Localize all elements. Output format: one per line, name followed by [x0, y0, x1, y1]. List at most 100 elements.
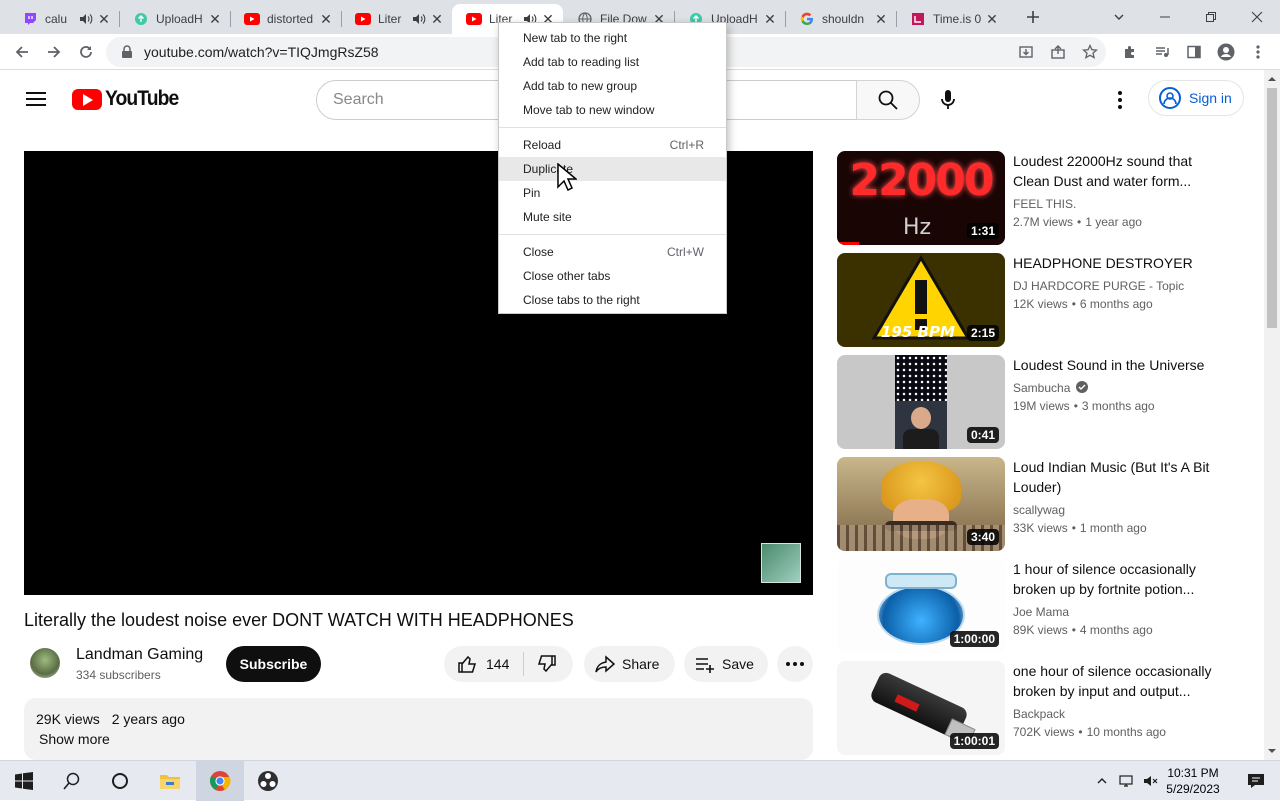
related-video-channel[interactable]: Sambucha: [1013, 381, 1089, 395]
menu-item-mute-site[interactable]: Mute site: [499, 205, 726, 229]
video-thumbnail[interactable]: 3:40: [837, 457, 1005, 551]
start-button[interactable]: [0, 761, 48, 801]
video-thumbnail[interactable]: 195 BPM 2:15: [837, 253, 1005, 347]
tab-close-icon[interactable]: ✕: [874, 11, 888, 28]
sign-in-button[interactable]: Sign in: [1148, 80, 1244, 116]
scrollbar-thumb[interactable]: [1267, 88, 1277, 328]
task-view-button[interactable]: [96, 761, 144, 801]
browser-tab[interactable]: Liter ✕: [341, 4, 452, 34]
share-button[interactable]: Share: [584, 646, 675, 682]
menu-item-reload[interactable]: Reload Ctrl+R: [499, 133, 726, 157]
audio-playing-icon[interactable]: [79, 12, 93, 26]
video-thumbnail[interactable]: 1:00:00: [837, 559, 1005, 653]
menu-item-pin[interactable]: Pin: [499, 181, 726, 205]
tab-close-icon[interactable]: ✕: [763, 11, 777, 28]
related-video-item[interactable]: 3:40 Loud Indian Music (But It's A Bit Lo…: [837, 457, 1237, 551]
scroll-up-icon[interactable]: [1264, 72, 1280, 86]
close-window-button[interactable]: [1243, 4, 1271, 30]
extensions-button[interactable]: [1116, 38, 1144, 66]
forward-button[interactable]: [40, 38, 68, 66]
side-panel-button[interactable]: [1180, 38, 1208, 66]
like-button[interactable]: 144: [444, 652, 525, 676]
lock-icon: [122, 45, 132, 58]
page-scrollbar[interactable]: [1264, 70, 1280, 760]
save-button[interactable]: Save: [684, 646, 768, 682]
voice-search-button[interactable]: [928, 80, 968, 120]
menu-item-add-tab-to-new-group[interactable]: Add tab to new group: [499, 74, 726, 98]
related-video-title[interactable]: Loudest 22000Hz sound that Clean Dust an…: [1013, 151, 1227, 191]
chrome-menu-button[interactable]: [1244, 38, 1272, 66]
profile-button[interactable]: [1212, 38, 1240, 66]
related-video-channel[interactable]: Backpack: [1013, 707, 1065, 721]
file-explorer-button[interactable]: [146, 761, 194, 801]
related-video-channel[interactable]: Joe Mama: [1013, 605, 1069, 619]
side-panel-icon: [1187, 45, 1201, 59]
related-video-item[interactable]: 0:41 Loudest Sound in the Universe Sambuch…: [837, 355, 1237, 449]
search-button[interactable]: [856, 80, 920, 120]
minimize-button[interactable]: [1151, 4, 1179, 30]
menu-item-add-tab-to-reading-list[interactable]: Add tab to reading list: [499, 50, 726, 74]
related-video-item[interactable]: 1:00:01 one hour of silence occasionally …: [837, 661, 1237, 755]
notifications-button[interactable]: [1232, 761, 1280, 801]
taskbar-clock[interactable]: 10:31 PM 5/29/2023: [1160, 765, 1226, 797]
dislike-button[interactable]: [524, 653, 558, 675]
tab-search-button[interactable]: [1105, 4, 1133, 30]
reload-button[interactable]: [72, 38, 100, 66]
menu-item-duplicate[interactable]: Duplicate: [499, 157, 726, 181]
related-video-item[interactable]: 22000 Hz 1:31 Loudest 22000Hz sound that Cl…: [837, 151, 1237, 245]
youtube-logo[interactable]: YouTube: [72, 87, 185, 110]
tray-overflow-button[interactable]: [1088, 761, 1116, 801]
browser-tab[interactable]: calu ✕: [8, 4, 119, 34]
scroll-down-icon[interactable]: [1264, 744, 1280, 758]
video-thumbnail[interactable]: 1:00:01: [837, 661, 1005, 755]
tab-close-icon[interactable]: ✕: [319, 11, 333, 28]
related-video-item[interactable]: 195 BPM 2:15 HEADPHONE DESTROYER DJ HARDCOR…: [837, 253, 1237, 347]
chrome-taskbar-button[interactable]: [196, 761, 244, 801]
menu-item-move-tab-to-new-window[interactable]: Move tab to new window: [499, 98, 726, 122]
network-tray-button[interactable]: [1114, 761, 1140, 801]
related-video-title[interactable]: Loud Indian Music (But It's A Bit Louder…: [1013, 457, 1227, 497]
menu-item-new-tab-to-the-right[interactable]: New tab to the right: [499, 26, 726, 50]
audio-playing-icon[interactable]: [412, 12, 426, 26]
new-tab-button[interactable]: [1019, 4, 1047, 30]
tab-close-icon[interactable]: ✕: [985, 11, 999, 28]
related-video-channel[interactable]: scallywag: [1013, 503, 1065, 517]
back-button[interactable]: [8, 38, 36, 66]
browser-tab[interactable]: Time.is 0 ✕: [896, 4, 1007, 34]
browser-tab[interactable]: shouldn ✕: [785, 4, 896, 34]
tab-close-icon[interactable]: ✕: [97, 11, 111, 28]
browser-tab[interactable]: UploadH ✕: [119, 4, 230, 34]
settings-menu-button[interactable]: [1108, 88, 1132, 112]
video-thumbnail[interactable]: 22000 Hz 1:31: [837, 151, 1005, 245]
menu-item-close-other-tabs[interactable]: Close other tabs: [499, 264, 726, 288]
media-controls-button[interactable]: [1148, 38, 1176, 66]
tab-close-icon[interactable]: ✕: [430, 11, 444, 28]
channel-watermark[interactable]: [761, 543, 801, 583]
share-page-button[interactable]: [1044, 38, 1072, 66]
browser-tab[interactable]: distorted ✕: [230, 4, 341, 34]
related-video-channel[interactable]: DJ HARDCORE PURGE - Topic: [1013, 279, 1184, 293]
search-taskbar-button[interactable]: [48, 761, 96, 801]
related-video-title[interactable]: Loudest Sound in the Universe: [1013, 355, 1227, 375]
more-actions-button[interactable]: [777, 646, 813, 682]
meta-dot: •: [1071, 623, 1076, 637]
subscribe-button[interactable]: Subscribe: [226, 646, 321, 682]
install-app-button[interactable]: [1012, 38, 1040, 66]
related-video-title[interactable]: HEADPHONE DESTROYER: [1013, 253, 1227, 273]
channel-avatar[interactable]: [30, 648, 60, 678]
video-thumbnail[interactable]: 0:41: [837, 355, 1005, 449]
menu-item-close-tabs-to-the-right[interactable]: Close tabs to the right: [499, 288, 726, 312]
channel-name[interactable]: Landman Gaming: [76, 646, 203, 664]
tab-close-icon[interactable]: ✕: [208, 11, 222, 28]
description-box[interactable]: [24, 698, 813, 760]
related-video-title[interactable]: one hour of silence occasionally broken …: [1013, 661, 1227, 701]
related-video-title[interactable]: 1 hour of silence occasionally broken up…: [1013, 559, 1227, 599]
restore-button[interactable]: [1197, 4, 1225, 30]
related-video-item[interactable]: 1:00:00 1 hour of silence occasionally br…: [837, 559, 1237, 653]
menu-item-close[interactable]: Close Ctrl+W: [499, 240, 726, 264]
show-more-button[interactable]: Show more: [39, 731, 110, 747]
menu-icon[interactable]: [24, 88, 48, 112]
obs-taskbar-button[interactable]: [244, 761, 292, 801]
related-video-channel[interactable]: FEEL THIS.: [1013, 197, 1076, 211]
bookmark-button[interactable]: [1076, 38, 1104, 66]
